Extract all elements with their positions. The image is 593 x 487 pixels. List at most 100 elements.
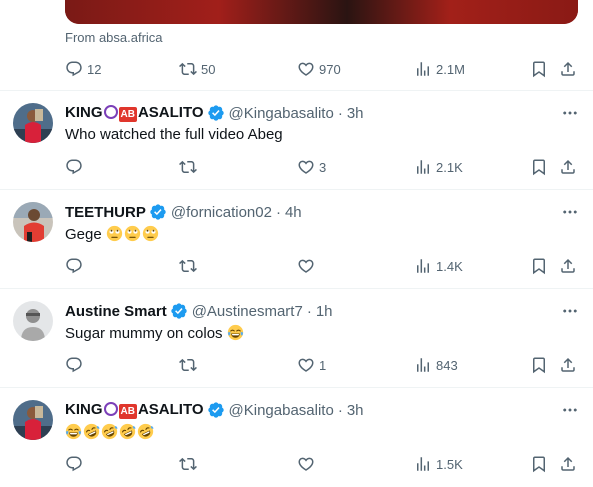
bookmark-icon [530,257,548,275]
heart-icon [297,60,315,78]
tweet-header: TEETHURP @fornication02 · 4h [65,202,302,222]
tweet-actions: 1.5K [65,452,580,476]
link-source[interactable]: From absa.africa [65,30,163,45]
eye-roll-emoji [142,225,159,242]
repost-button[interactable] [179,452,197,476]
like-button[interactable] [297,452,315,476]
link-preview-image[interactable] [65,0,578,24]
handle[interactable]: @Austinesmart7 [192,303,303,320]
analytics-icon [414,158,432,176]
share-button[interactable] [559,57,577,81]
reply-button[interactable] [65,452,83,476]
reply-tweet[interactable]: Austine Smart @Austinesmart7 · 1h Sugar … [0,289,593,387]
repost-icon [179,455,197,473]
reply-tweet[interactable]: KING AB ASALITO @Kingabasalito · 3h Who wa… [0,91,593,189]
analytics-icon [414,257,432,275]
bookmark-button[interactable] [530,452,548,476]
handle[interactable]: @fornication02 [171,204,272,221]
repost-icon [179,60,197,78]
bookmark-icon [530,356,548,374]
tweet-actions: 1.4K [65,254,580,278]
more-options-button[interactable] [560,301,580,321]
views-button[interactable]: 2.1K [414,155,463,179]
avatar[interactable] [13,202,53,242]
tweet-text: Who watched the full video Abeg [65,126,283,143]
tweet-text: Sugar mummy on colos [65,324,245,342]
display-name[interactable]: Austine Smart [65,303,167,320]
tweet-actions: 3 2.1K [65,155,580,179]
views-button[interactable]: 843 [414,353,458,377]
share-icon [559,60,577,78]
repost-button[interactable] [179,155,197,179]
more-icon [561,302,579,320]
bookmark-button[interactable] [530,155,548,179]
tears-of-joy-emoji [227,324,244,341]
bookmark-icon [530,158,548,176]
like-button[interactable]: 970 [297,57,341,81]
display-name[interactable]: TEETHURP [65,204,146,221]
like-button[interactable]: 1 [297,353,326,377]
display-name[interactable]: KING AB ASALITO [65,401,204,419]
rofl-emoji [137,423,154,440]
reply-button[interactable] [65,155,83,179]
repost-icon [179,158,197,176]
rofl-emoji [119,423,136,440]
reply-button[interactable]: 12 [65,57,101,81]
eye-roll-emoji [106,225,123,242]
reply-button[interactable] [65,353,83,377]
heart-icon [297,158,315,176]
tweet-text-content: Gege [65,226,102,243]
heart-icon [297,257,315,275]
bookmark-icon [530,60,548,78]
share-button[interactable] [559,452,577,476]
repost-icon [179,257,197,275]
verified-badge-icon [207,104,225,122]
reply-button[interactable] [65,254,83,278]
verified-badge-icon [207,401,225,419]
tweet-header: KING AB ASALITO @Kingabasalito · 3h [65,103,364,123]
bookmark-button[interactable] [530,254,548,278]
more-options-button[interactable] [560,103,580,123]
more-icon [561,401,579,419]
share-button[interactable] [559,254,577,278]
top-post-actions: 12 50 970 2.1M [65,57,580,81]
handle[interactable]: @Kingabasalito [229,402,334,419]
bookmark-button[interactable] [530,57,548,81]
share-button[interactable] [559,155,577,179]
tweet-text [65,423,155,441]
more-icon [561,104,579,122]
timestamp[interactable]: 3h [347,402,364,419]
views-button[interactable]: 1.4K [414,254,463,278]
views-button[interactable]: 1.5K [414,452,463,476]
bookmark-button[interactable] [530,353,548,377]
avatar[interactable] [13,301,53,341]
timestamp[interactable]: 3h [347,105,364,122]
bookmark-icon [530,455,548,473]
rofl-emoji [101,423,118,440]
timestamp[interactable]: 1h [316,303,333,320]
handle[interactable]: @Kingabasalito [229,105,334,122]
reply-icon [65,60,83,78]
more-options-button[interactable] [560,400,580,420]
display-name[interactable]: KING AB ASALITO [65,104,204,122]
share-button[interactable] [559,353,577,377]
views-button[interactable]: 2.1M [414,57,465,81]
ab-blood-type-emoji: AB [118,107,137,122]
repost-button[interactable] [179,353,197,377]
more-options-button[interactable] [560,202,580,222]
reply-icon [65,257,83,275]
like-button[interactable]: 3 [297,155,326,179]
tears-of-joy-emoji [65,423,82,440]
ring-emoji [103,105,118,119]
avatar[interactable] [13,103,53,143]
share-icon [559,257,577,275]
separator: · [337,104,343,122]
timestamp[interactable]: 4h [285,204,302,221]
repost-button[interactable]: 50 [179,57,215,81]
repost-button[interactable] [179,254,197,278]
avatar[interactable] [13,400,53,440]
reply-tweet[interactable]: KING AB ASALITO @Kingabasalito · 3h 1.5K [0,388,593,487]
reply-tweet[interactable]: TEETHURP @fornication02 · 4h Gege 1.4K [0,190,593,288]
reply-icon [65,158,83,176]
like-button[interactable] [297,254,315,278]
